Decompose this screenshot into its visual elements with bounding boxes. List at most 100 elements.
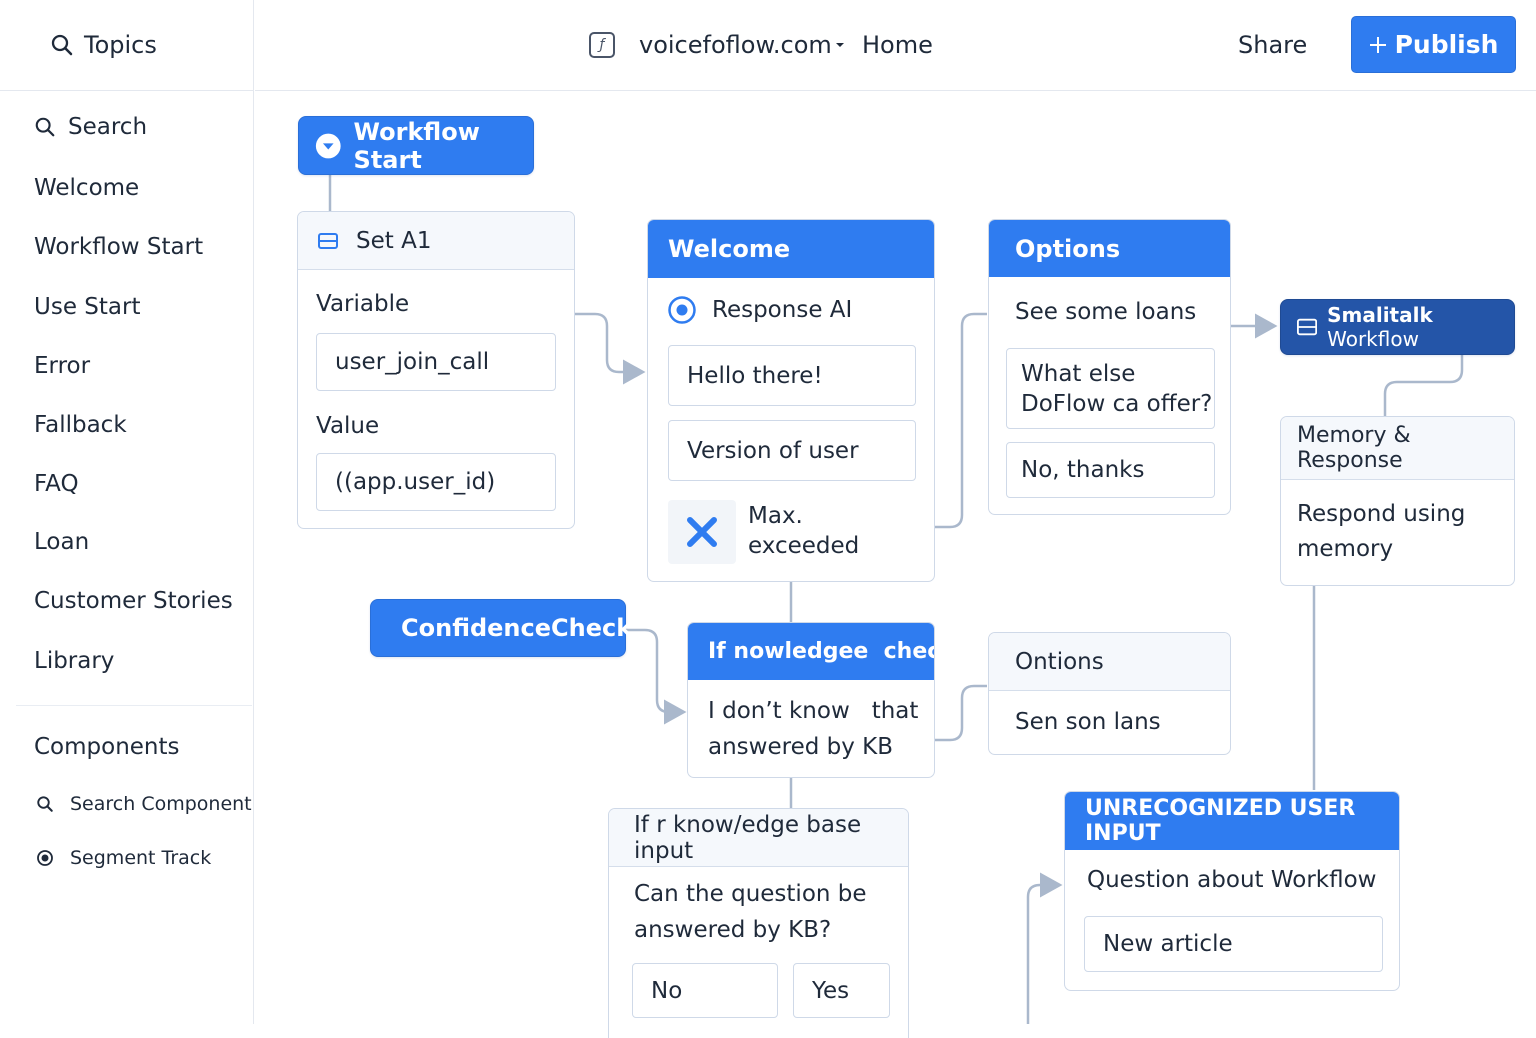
welcome-message-1[interactable]: Hello there! [668, 345, 916, 406]
response-ai-label: Response AI [712, 297, 853, 323]
components-heading: Components [34, 734, 180, 760]
connector-into-unrecognized [1026, 872, 1063, 1024]
form-icon [318, 232, 338, 249]
sidebar-item-label: Customer Stories [34, 588, 233, 614]
unrecognized-subtitle: Question about Workflow [1087, 867, 1377, 893]
knowledge-check-line2: answered by KB [708, 734, 894, 760]
options-header: Options [989, 220, 1230, 277]
kb-question-line1: Can the question be [634, 881, 867, 907]
sidebar-item-loan[interactable]: Loan [34, 529, 89, 555]
exceeded-label: exceeded [748, 533, 860, 559]
page-name[interactable]: Home [862, 31, 933, 59]
chevron-down-icon[interactable] [835, 41, 845, 49]
welcome-node[interactable]: Welcome Response AI Hello there! Version… [647, 219, 935, 582]
sidebar-item-label: Welcome [34, 175, 140, 201]
component-segment-track[interactable]: Segment Track [36, 847, 211, 869]
site-logo-icon: ƒ [589, 32, 615, 58]
connector-welcome-options [935, 312, 987, 529]
radio-selected-icon [668, 296, 696, 324]
component-label: Segment Track [70, 847, 212, 869]
publish-button[interactable]: Publish [1351, 16, 1516, 73]
site-name[interactable]: voicefoflow.com [639, 31, 832, 59]
new-article-field[interactable]: New article [1084, 916, 1383, 972]
welcome-message-2[interactable]: Version of user [668, 420, 916, 481]
sidebar-item-library[interactable]: Library [34, 648, 114, 674]
components-heading-label: Components [34, 734, 180, 760]
kb-input-title: If r know/edge base input [634, 811, 862, 864]
search-icon [51, 34, 73, 56]
max-label: Max. [748, 503, 803, 529]
kb-input-node[interactable]: If r know/edge base input Can the questi… [608, 808, 909, 1038]
form-icon [1297, 318, 1318, 336]
variable-label: Variable [316, 291, 410, 317]
unrecognized-header: UNRECOGNIZED USER INPUT [1065, 792, 1399, 850]
chevron-down-circle-icon [315, 133, 341, 158]
options-choice-1-line1: What else [1021, 361, 1136, 387]
publish-label: Publish [1394, 30, 1499, 59]
response-ai-row[interactable]: Response AI [668, 296, 852, 324]
options-title: Options [1015, 234, 1121, 263]
knowledge-check-title: If nowledgee check [708, 639, 935, 664]
set-a1-node[interactable]: Set A1 Variable user_join_call Value ((a… [297, 211, 575, 529]
topics-label: Topics [84, 31, 157, 59]
memory-body-line2: memory [1297, 536, 1394, 562]
options-intro: See some loans [1015, 299, 1197, 325]
component-label: Search Component [70, 793, 252, 815]
memory-response-title: Memory & Response [1297, 423, 1411, 473]
knowledge-check-line1: I don’t know that [708, 698, 919, 724]
connector-set-welcome [575, 312, 646, 385]
options-choice-2[interactable]: No, thanks [1006, 442, 1215, 498]
set-a1-title: Set A1 [356, 227, 432, 254]
sidebar-item-label: Error [34, 353, 91, 379]
share-button[interactable]: Share [1238, 31, 1307, 59]
ontions-header: Ontions [989, 633, 1230, 691]
connector-knowledge-ontions [935, 684, 987, 742]
sidebar-item-error[interactable]: Error [34, 353, 90, 379]
plus-icon [1369, 36, 1386, 53]
sidebar-item-welcome[interactable]: Welcome [34, 175, 139, 201]
sidebar-item-label: Workflow Start [34, 234, 204, 260]
confidence-check-label: ConfidenceCheck [401, 614, 633, 642]
kb-yes-button[interactable]: Yes [793, 963, 890, 1018]
sidebar-item-search[interactable]: Search [34, 114, 147, 140]
confidence-check-node[interactable]: ConfidenceCheck [370, 599, 632, 657]
sidebar-item-label: Fallback [34, 412, 127, 438]
kb-question-line2: answered by KB? [634, 917, 832, 943]
welcome-header: Welcome [648, 220, 934, 278]
smalltalk-label: Smalitalk [1327, 303, 1433, 327]
sidebar-item-label: Search [68, 114, 148, 140]
value-field[interactable]: ((app.user_id) [316, 453, 556, 511]
memory-response-node[interactable]: Memory & Response Respond using memory [1280, 416, 1515, 586]
variable-field[interactable]: user_join_call [316, 333, 556, 391]
smalltalk-workflow-node[interactable]: Smalitalk Workflow [1280, 299, 1515, 355]
workflow-start-node[interactable]: Workflow Start [298, 116, 534, 175]
connector-confidence-knowledge [626, 628, 687, 725]
ontions-title: Ontions [1015, 648, 1104, 675]
sidebar-divider [16, 705, 252, 706]
options-choice-1-line2: DoFlow ca offer? [1021, 391, 1213, 417]
kb-input-header: If r know/edge base input [609, 809, 908, 867]
search-icon [37, 796, 53, 812]
search-icon [35, 117, 55, 137]
sidebar-item-faq[interactable]: FAQ [34, 471, 79, 497]
ontions-item[interactable]: Sen son lans [1015, 709, 1161, 735]
sidebar-item-customer-stories[interactable]: Customer Stories [34, 588, 233, 614]
unrecognized-title: UNRECOGNIZED USER INPUT [1085, 796, 1356, 846]
options-node[interactable]: Options See some loans What else DoFlow … [988, 219, 1231, 515]
kb-no-button[interactable]: No [632, 963, 778, 1018]
ontions-node[interactable]: Ontions Sen son lans [988, 632, 1231, 755]
top-bar: ƒ voicefoflow.com Home Share Publish [255, 0, 1536, 91]
sidebar-item-label: Use Start [34, 294, 141, 320]
options-choice-1[interactable]: What else DoFlow ca offer? [1006, 348, 1215, 429]
sidebar-item-use-start[interactable]: Use Start [34, 294, 140, 320]
close-icon [668, 500, 736, 564]
unrecognized-input-node[interactable]: UNRECOGNIZED USER INPUT Question about W… [1064, 791, 1400, 991]
sidebar-item-fallback[interactable]: Fallback [34, 412, 127, 438]
knowledge-check-header: If nowledgee check [688, 623, 934, 680]
component-search[interactable]: Search Component [36, 793, 252, 815]
topics-header[interactable]: Topics [0, 0, 254, 91]
sidebar: Topics Search Welcome Workflow Start Use… [0, 0, 254, 1024]
memory-body-line1: Respond using [1297, 501, 1466, 527]
knowledge-check-node[interactable]: If nowledgee check I don’t know that ans… [687, 622, 935, 778]
sidebar-item-workflow-start[interactable]: Workflow Start [34, 234, 203, 260]
